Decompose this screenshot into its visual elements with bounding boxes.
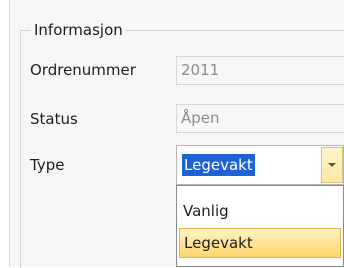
option-vanlig[interactable]: Vanlig	[179, 196, 341, 226]
group-title: Informasjon	[31, 19, 126, 41]
option-legevakt[interactable]: Legevakt	[179, 228, 341, 258]
type-selected-value[interactable]: Legevakt	[182, 154, 255, 176]
status-label: Status	[30, 110, 78, 128]
type-dropdown-list: Vanlig Legevakt	[176, 185, 344, 267]
type-combobox[interactable]: Legevakt	[176, 145, 344, 185]
status-field: Åpen	[176, 104, 344, 133]
type-label: Type	[30, 156, 65, 174]
order-number-label: Ordrenummer	[30, 61, 136, 79]
chevron-down-icon	[328, 163, 336, 167]
order-number-field: 2011	[176, 56, 344, 85]
type-dropdown-button[interactable]	[321, 147, 343, 183]
